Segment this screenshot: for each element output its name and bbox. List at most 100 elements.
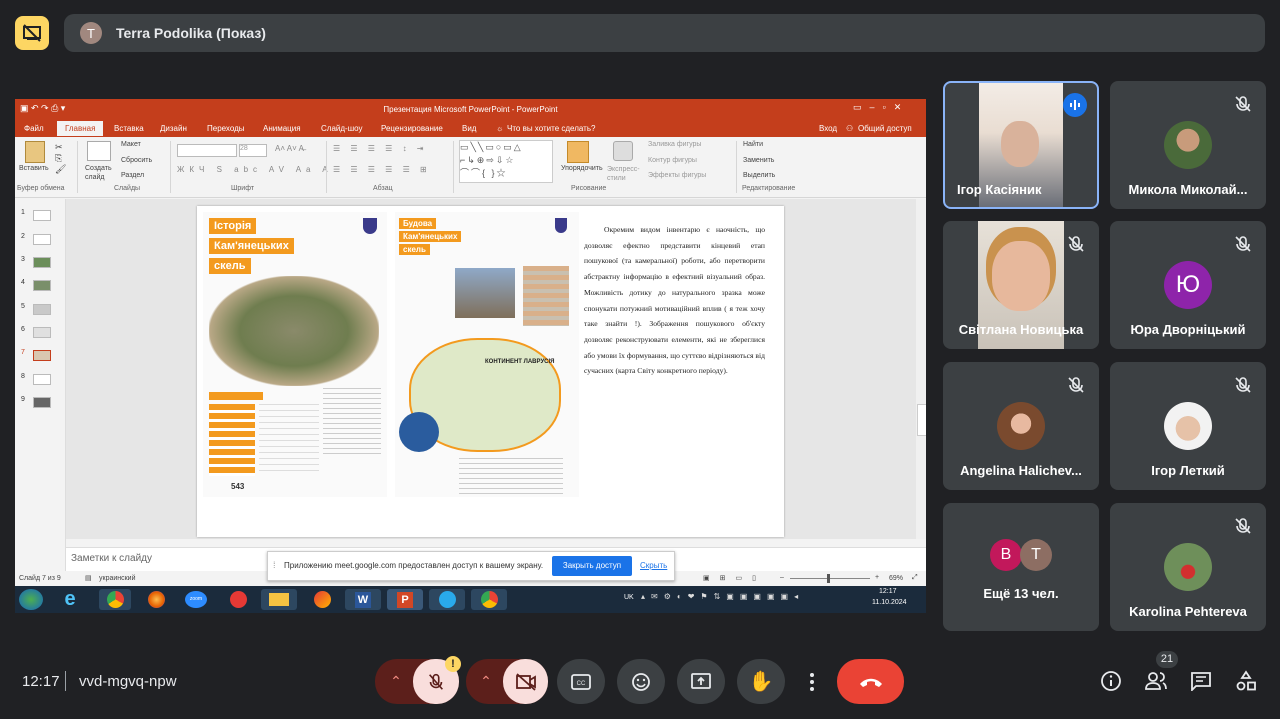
menu-transitions[interactable]: Переходы — [207, 124, 245, 133]
thumbnail-3[interactable]: 3 — [21, 256, 51, 268]
find-button[interactable]: Найти — [743, 141, 763, 148]
poster2-title-line3: скель — [399, 244, 430, 255]
leave-call-button[interactable] — [837, 659, 904, 704]
paragraph-icons-bottom[interactable]: ☰ ☰ ☰ ☰ ☰ ⊞ — [333, 165, 431, 174]
drag-handle-icon[interactable]: ⁞ — [273, 560, 276, 570]
mic-options-chevron-icon[interactable]: ⌃ — [375, 659, 417, 704]
view-buttons[interactable]: ▣⊞▭▯ — [703, 574, 766, 582]
shape-effects-button[interactable]: Эффекты фигуры — [648, 172, 706, 179]
arrange-button[interactable]: Упорядочить — [561, 165, 603, 172]
hide-banner-link[interactable]: Скрыть — [640, 561, 667, 570]
new-slide-icon[interactable] — [87, 141, 111, 161]
thumbnail-8[interactable]: 8 — [21, 373, 51, 385]
menu-animation[interactable]: Анимация — [263, 124, 301, 133]
thumbnail-2[interactable]: 2 — [21, 233, 51, 245]
thumbnail-6[interactable]: 6 — [21, 326, 51, 338]
ppt-window-controls[interactable]: ▭–▫✕ — [853, 102, 909, 113]
replace-button[interactable]: Заменить — [743, 157, 774, 164]
quick-styles-button[interactable]: Экспресс-стили — [607, 165, 640, 183]
clipboard-small-icons[interactable]: ✂ ⎘ 🖌 — [55, 142, 66, 175]
language-indicator[interactable]: украинский — [99, 575, 136, 582]
participant-tile-2[interactable]: Микола Миколай... — [1110, 81, 1266, 209]
start-button-icon[interactable] — [19, 589, 43, 610]
thumbnail-5[interactable]: 5 — [21, 303, 51, 315]
menu-slideshow[interactable]: Слайд-шоу — [321, 124, 362, 133]
zoom-slider-thumb[interactable] — [827, 574, 830, 583]
captions-button[interactable]: CC — [557, 659, 605, 704]
chrome-icon[interactable] — [99, 589, 131, 610]
chrome-second-icon[interactable] — [471, 589, 507, 610]
shapes-gallery[interactable]: ▭╲╲▭○▭△ ⌐↳⊕⇨⇩☆ ⌒⌒{ }☆ — [459, 140, 553, 183]
share-button[interactable]: Общий доступ — [858, 124, 912, 133]
zoom-in-icon[interactable]: + — [875, 574, 879, 581]
powerpoint-icon[interactable]: P — [387, 589, 423, 610]
participant-count-badge: 21 — [1156, 651, 1178, 668]
font-size-select[interactable]: 28 — [239, 144, 267, 157]
menu-design[interactable]: Дизайн — [160, 124, 187, 133]
anydesk-icon[interactable] — [223, 589, 253, 610]
paste-label[interactable]: Вставить — [19, 165, 49, 172]
thumbnail-7-selected[interactable]: 7 — [21, 349, 51, 361]
font-name-select[interactable] — [177, 144, 237, 157]
thumbnail-4[interactable]: 4 — [21, 279, 51, 291]
quick-styles-icon[interactable] — [613, 141, 633, 161]
menu-insert[interactable]: Вставка — [114, 124, 144, 133]
zoom-level[interactable]: 69% — [889, 575, 903, 582]
word-icon[interactable]: W — [345, 589, 381, 610]
meeting-info-button[interactable] — [1098, 668, 1124, 694]
app-orange-icon[interactable] — [307, 589, 337, 610]
menu-file[interactable]: Файл — [24, 124, 44, 133]
firefox-icon[interactable] — [141, 589, 171, 610]
more-options-button[interactable] — [796, 659, 828, 704]
participant-tile-6[interactable]: Ігор Леткий — [1110, 362, 1266, 490]
participant-tile-4[interactable]: Ю Юра Дворніцький — [1110, 221, 1266, 349]
shape-fill-button[interactable]: Заливка фигуры — [648, 141, 701, 148]
menu-review[interactable]: Рецензирование — [381, 124, 443, 133]
mic-off-icon — [1235, 236, 1251, 252]
people-button[interactable] — [1143, 668, 1169, 694]
telegram-icon[interactable] — [429, 589, 465, 610]
tray-icons[interactable]: ▴✉⚙◐❤⚑⇅▣▣▣▣▣◂ — [641, 592, 804, 601]
vertical-scrollbar[interactable] — [916, 199, 926, 539]
poster1-title-line3: скель — [209, 258, 251, 274]
present-button[interactable] — [677, 659, 725, 704]
keyboard-language[interactable]: UK — [624, 594, 634, 601]
spellcheck-icon[interactable]: ▤ — [85, 574, 92, 582]
stop-sharing-button[interactable]: Закрыть доступ — [552, 556, 632, 576]
zoom-slider[interactable] — [790, 578, 870, 579]
file-explorer-icon[interactable] — [261, 589, 297, 610]
select-button[interactable]: Выделить — [743, 172, 775, 179]
fit-slide-icon[interactable]: ⤢ — [912, 574, 918, 582]
tell-me-box[interactable]: Что вы хотите сделать? — [507, 124, 595, 133]
camera-options-chevron-icon[interactable]: ⌃ — [466, 659, 506, 704]
participant-tile-more[interactable]: B T Ещё 13 чел. — [943, 503, 1099, 631]
paste-icon[interactable] — [25, 141, 45, 163]
participant-tile-8[interactable]: Karolina Pehtereva — [1110, 503, 1266, 631]
sign-in-link[interactable]: Вход — [819, 124, 837, 133]
shape-outline-button[interactable]: Контур фигуры — [648, 157, 697, 164]
thumbnail-1[interactable]: 1 — [21, 209, 51, 221]
raise-hand-button[interactable]: ✋ — [737, 659, 785, 704]
participant-tile-5[interactable]: Angelina Halichev... — [943, 362, 1099, 490]
reset-button[interactable]: Сбросить — [121, 157, 152, 164]
arrange-icon[interactable] — [567, 141, 589, 163]
zoom-icon[interactable]: zoom — [181, 589, 211, 610]
participant-tile-3[interactable]: Світлана Новицька — [943, 221, 1099, 349]
font-format-icons[interactable]: ЖКЧ S abc AV Aa A — [177, 165, 333, 174]
menu-home[interactable]: Главная — [57, 121, 104, 136]
chat-button[interactable] — [1188, 668, 1214, 694]
activities-button[interactable] — [1233, 668, 1259, 694]
presentation-off-icon[interactable] — [15, 16, 49, 50]
font-grow-icons[interactable]: A˄ A˅ A̶ — [275, 144, 304, 153]
new-slide-label[interactable]: Создать слайд — [85, 164, 117, 182]
section-button[interactable]: Раздел — [121, 172, 144, 179]
thumbnail-9[interactable]: 9 — [21, 396, 51, 408]
layout-button[interactable]: Макет — [121, 141, 141, 148]
ie-icon[interactable]: e — [55, 589, 85, 610]
zoom-out-icon[interactable]: – — [780, 574, 784, 581]
menu-view[interactable]: Вид — [462, 124, 476, 133]
reactions-button[interactable] — [617, 659, 665, 704]
camera-toggle-button[interactable] — [503, 659, 548, 704]
participant-tile-1[interactable]: Ігор Касіяник — [943, 81, 1099, 209]
paragraph-icons-top[interactable]: ☰ ☰ ☰ ☰ ↕ ⇥ — [333, 144, 428, 153]
